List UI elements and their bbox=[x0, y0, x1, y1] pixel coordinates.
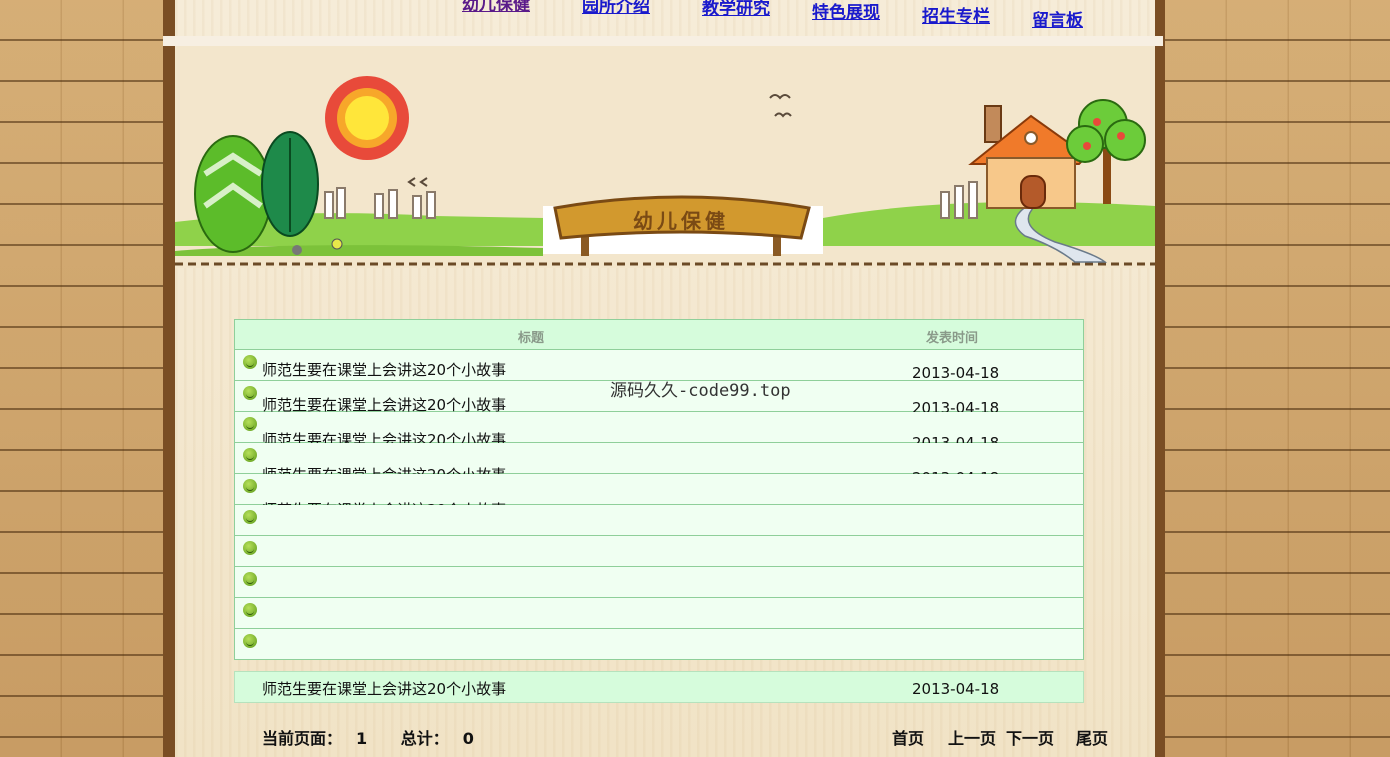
total-label-group: 总计： 0 bbox=[401, 729, 488, 748]
article-table: 标题 发表时间 师范生要在课堂上会讲这20个小故事 2013-04-18 师范生要在… bbox=[234, 319, 1084, 695]
prev-page-link[interactable]: 上一页 bbox=[948, 725, 996, 749]
article-date: 2013-04-18 bbox=[912, 364, 1000, 382]
nav-item-features[interactable]: 特色展现 bbox=[812, 0, 880, 23]
current-page-value: 1 bbox=[356, 729, 368, 748]
nav-divider bbox=[163, 36, 1163, 46]
smiley-bullet-icon bbox=[243, 448, 257, 462]
wood-background-left bbox=[0, 0, 163, 757]
smiley-bullet-icon bbox=[243, 386, 257, 400]
main-nav: 幼儿保健 园所介绍 教学研究 特色展现 招生专栏 留言板 bbox=[175, 0, 1155, 36]
smiley-bullet-icon bbox=[243, 541, 257, 555]
sign-text: 幼儿保健 bbox=[633, 209, 729, 233]
wood-background-right bbox=[1165, 0, 1390, 757]
nav-item-teaching[interactable]: 教学研究 bbox=[702, 0, 770, 19]
smiley-bullet-icon bbox=[243, 572, 257, 586]
article-title-link[interactable]: 师范生要在课堂上会讲这20个小故事 bbox=[262, 678, 506, 699]
smiley-bullet-icon bbox=[243, 479, 257, 493]
first-page-link[interactable]: 首页 bbox=[892, 725, 924, 749]
nav-item-enrollment[interactable]: 招生专栏 bbox=[922, 2, 990, 27]
table-row[interactable]: 师范生要在课堂上会讲这20个小故事2013-04-18 bbox=[234, 443, 1084, 487]
smiley-bullet-icon bbox=[243, 603, 257, 617]
table-row[interactable]: 师范生要在课堂上会讲这20个小故事2013-04-18 bbox=[234, 505, 1084, 556]
header-title: 标题 bbox=[518, 331, 545, 346]
smiley-bullet-icon bbox=[243, 510, 257, 524]
smiley-bullet-icon bbox=[243, 634, 257, 648]
nav-item-about[interactable]: 园所介绍 bbox=[582, 0, 650, 17]
current-label: 当前页面： bbox=[262, 729, 343, 748]
pager-info: 当前页面： 1 总计： 0 bbox=[262, 725, 502, 749]
current-page-label: 当前页面： 1 bbox=[262, 729, 381, 748]
table-row[interactable]: 师范生要在课堂上会讲这20个小故事2013-04-18 bbox=[234, 474, 1084, 522]
nav-item-health[interactable]: 幼儿保健 bbox=[462, 0, 530, 15]
table-row[interactable]: 师范生要在课堂上会讲这20个小故事 2013-04-18 bbox=[234, 671, 1084, 703]
article-date: 2013-04-18 bbox=[912, 680, 1000, 698]
smiley-bullet-icon bbox=[243, 355, 257, 369]
header-banner: 幼儿保健 bbox=[175, 46, 1155, 268]
sun-icon bbox=[325, 76, 409, 160]
next-page-link[interactable]: 下一页 bbox=[1006, 725, 1054, 749]
article-title-link[interactable]: 师范生要在课堂上会讲这20个小故事 bbox=[262, 359, 506, 380]
table-row[interactable]: 师范生要在课堂上会讲这20个小故事2013-04-18 bbox=[234, 598, 1084, 661]
smiley-bullet-icon bbox=[243, 417, 257, 431]
nav-item-guestbook[interactable]: 留言板 bbox=[1032, 6, 1083, 31]
table-row[interactable]: 师范生要在课堂上会讲这20个小故事2013-04-18 bbox=[234, 536, 1084, 591]
total-label: 总计： bbox=[400, 729, 449, 748]
table-row[interactable]: 师范生要在课堂上会讲这20个小故事2013-04-18 bbox=[234, 412, 1084, 452]
last-page-link[interactable]: 尾页 bbox=[1076, 725, 1108, 749]
watermark-text: 源码久久-code99.top bbox=[610, 381, 791, 401]
table-row[interactable]: 师范生要在课堂上会讲这20个小故事2013-04-18 bbox=[234, 629, 1084, 695]
table-row[interactable]: 师范生要在课堂上会讲这20个小故事2013-04-18 bbox=[234, 567, 1084, 626]
table-header: 标题 发表时间 bbox=[234, 319, 1084, 350]
header-date: 发表时间 bbox=[926, 331, 979, 346]
tree-icon bbox=[194, 131, 319, 253]
total-value: 0 bbox=[462, 729, 474, 748]
